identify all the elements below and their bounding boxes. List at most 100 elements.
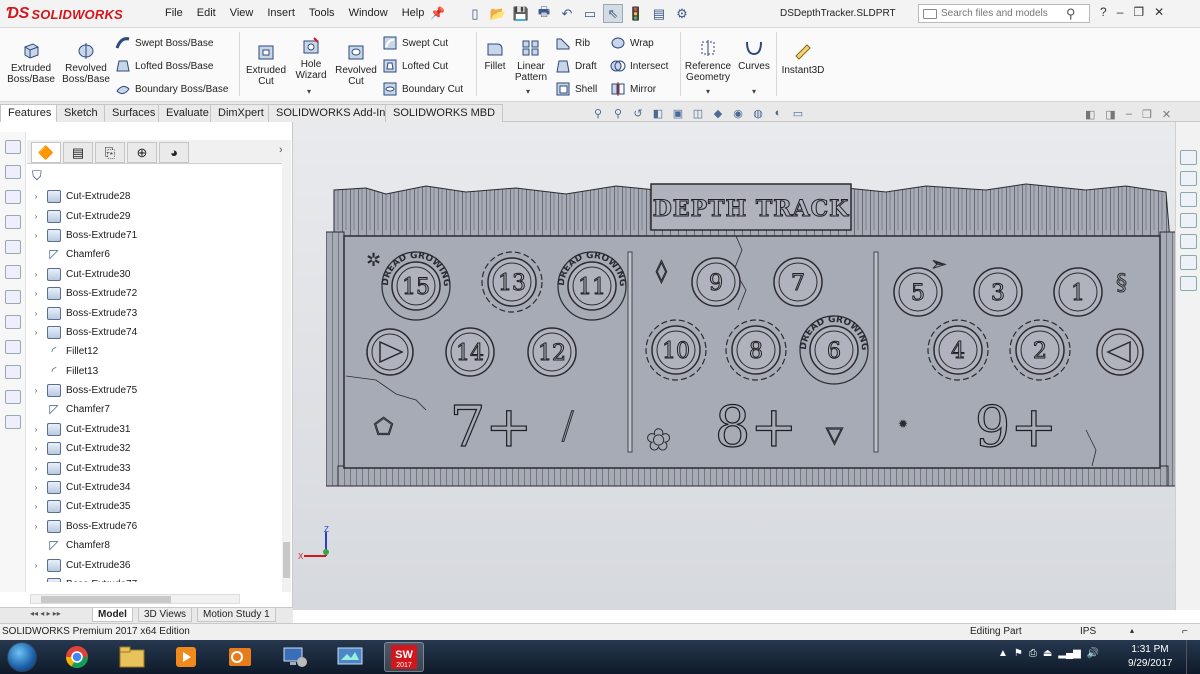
feature-tree-item[interactable]: ◜ Fillet13 — [30, 362, 282, 381]
edit-appearance-icon[interactable]: ◍ — [750, 107, 766, 121]
view-settings-icon[interactable]: ▭ — [790, 107, 806, 121]
feature-tree-item[interactable]: › Cut-Extrude28 — [30, 187, 282, 206]
hide-show-items-icon[interactable]: ◉ — [730, 107, 746, 121]
feature-tree-item[interactable]: › Boss-Extrude71 — [30, 226, 282, 245]
expand-chevron-icon[interactable]: › — [30, 502, 42, 511]
hole-wizard-dropdown-icon[interactable]: ▾ — [307, 87, 311, 96]
feature-tree-item[interactable]: › Cut-Extrude36 — [30, 555, 282, 574]
remote-desktop-icon[interactable] — [330, 642, 370, 672]
feature-tree-item[interactable]: › Boss-Extrude74 — [30, 323, 282, 342]
tab-evaluate[interactable]: Evaluate — [158, 104, 217, 122]
menu-insert[interactable]: Insert — [260, 7, 302, 19]
swept-cut-button[interactable]: Swept Cut — [382, 34, 448, 52]
lofted-boss-base-button[interactable]: Lofted Boss/Base — [115, 57, 213, 75]
depth-tracker-model[interactable]: DEPTH TRACK ✲ ◊ ➢ § ⬠ ⧸ ✿ ▽ ✹ 7+ 8+ 9+ D… — [326, 180, 1178, 490]
shortcut-icon[interactable] — [5, 340, 21, 354]
tab-sketch[interactable]: Sketch — [56, 104, 106, 122]
show-desktop-button[interactable] — [1186, 640, 1200, 674]
feature-tree-item[interactable]: ◸ Chamfer7 — [30, 400, 282, 419]
tab-nav-arrows-icon[interactable]: ◂◂ ◂ ▸ ▸▸ — [30, 609, 61, 618]
filter-icon[interactable]: ⛉ — [32, 168, 42, 184]
shortcut-icon[interactable] — [5, 390, 21, 404]
linear-pattern-dropdown-icon[interactable]: ▾ — [526, 87, 530, 96]
extruded-cut-button[interactable]: Extruded Cut — [244, 42, 288, 87]
expand-chevron-icon[interactable]: › — [30, 212, 42, 221]
feature-tree-item[interactable]: › Cut-Extrude34 — [30, 478, 282, 497]
doc-close-icon[interactable]: ✕ — [1162, 108, 1171, 121]
tab-model[interactable]: Model — [92, 608, 133, 622]
wrap-button[interactable]: Wrap — [610, 34, 654, 52]
instant3d-button[interactable]: Instant3D — [778, 42, 828, 76]
tab-dimxpert[interactable]: DimXpert — [210, 104, 272, 122]
tab-features[interactable]: Features — [0, 104, 60, 122]
hole-wizard-button[interactable]: Hole Wizard — [290, 36, 332, 81]
tab-3d-views[interactable]: 3D Views — [138, 608, 193, 622]
custom-properties-icon[interactable] — [1179, 255, 1197, 270]
feature-tree-item[interactable]: › Boss-Extrude72 — [30, 284, 282, 303]
revolved-boss-base-button[interactable]: Revolved Boss/Base — [60, 40, 112, 85]
chrome-icon[interactable] — [57, 642, 97, 672]
shortcut-icon[interactable] — [5, 415, 21, 429]
file-explorer-icon[interactable] — [1179, 213, 1197, 228]
feature-tree-item[interactable]: › Cut-Extrude33 — [30, 458, 282, 477]
expand-chevron-icon[interactable]: › — [30, 231, 42, 240]
feature-tree-item[interactable]: › Boss-Extrude76 — [30, 517, 282, 536]
feature-tree-item[interactable]: ◸ Chamfer6 — [30, 245, 282, 264]
tab-motion-study[interactable]: Motion Study 1 — [197, 608, 276, 622]
curves-button[interactable]: Curves — [736, 38, 772, 72]
feature-tree-item[interactable]: ◜ Fillet12 — [30, 342, 282, 361]
printer-tray-icon[interactable]: ⎙ — [1029, 648, 1037, 659]
feature-manager-tab-icon[interactable]: 🔶 — [31, 142, 61, 163]
revolved-cut-button[interactable]: Revolved Cut — [334, 42, 378, 87]
feature-tree-item[interactable]: ◸ Chamfer8 — [30, 536, 282, 555]
feature-tree-item[interactable]: › Cut-Extrude32 — [30, 439, 282, 458]
expand-chevron-icon[interactable]: › — [30, 270, 42, 279]
search-box[interactable]: ⚲ — [918, 4, 1090, 23]
units-dropdown-icon[interactable]: ▴ — [1130, 626, 1134, 635]
expand-chevron-icon[interactable]: › — [30, 561, 42, 570]
expand-chevron-icon[interactable]: › — [30, 425, 42, 434]
linear-pattern-button[interactable]: Linear Pattern — [512, 38, 550, 83]
restore-icon[interactable]: ❐ — [1133, 5, 1144, 19]
network-admin-icon[interactable] — [275, 642, 315, 672]
shortcut-icon[interactable] — [5, 165, 21, 179]
draft-button[interactable]: Draft — [555, 57, 597, 75]
expand-chevron-icon[interactable]: › — [30, 522, 42, 531]
feature-tree-item[interactable]: › Cut-Extrude30 — [30, 265, 282, 284]
tab-addins[interactable]: SOLIDWORKS Add-Ins — [268, 104, 399, 122]
tile-right-icon[interactable]: ◨ — [1105, 108, 1115, 121]
feature-tree-item[interactable]: › Cut-Extrude35 — [30, 497, 282, 516]
feature-tree-item[interactable]: › Boss-Extrude73 — [30, 303, 282, 322]
file-explorer-taskbar-icon[interactable] — [112, 642, 152, 672]
file-properties-icon[interactable]: ▤ — [649, 4, 669, 23]
menu-window[interactable]: Window — [342, 7, 395, 19]
extruded-boss-base-button[interactable]: Extruded Boss/Base — [5, 40, 57, 85]
search-input[interactable] — [941, 8, 1066, 19]
shortcut-icon[interactable] — [5, 240, 21, 254]
action-center-flag-icon[interactable]: ⚑ — [1014, 648, 1023, 659]
shortcut-icon[interactable] — [5, 190, 21, 204]
undo-icon[interactable]: ↶ — [557, 4, 577, 23]
apply-scene-icon[interactable]: ◐ — [770, 107, 786, 121]
expand-chevron-icon[interactable]: › — [30, 483, 42, 492]
boundary-boss-base-button[interactable]: Boundary Boss/Base — [115, 80, 228, 98]
expand-chevron-icon[interactable]: › — [30, 580, 42, 582]
feature-tree-item[interactable]: › Boss-Extrude75 — [30, 381, 282, 400]
tree-horizontal-scrollbar[interactable] — [30, 594, 240, 604]
gear-icon[interactable]: ⚙ — [672, 4, 692, 23]
home-icon[interactable] — [1179, 150, 1197, 165]
tab-surfaces[interactable]: Surfaces — [104, 104, 164, 122]
shortcut-icon[interactable] — [5, 215, 21, 229]
expand-chevron-icon[interactable]: › — [30, 386, 42, 395]
view-orientation-icon[interactable]: ◫ — [690, 107, 706, 121]
close-icon[interactable]: ✕ — [1154, 5, 1164, 19]
shortcut-icon[interactable] — [5, 265, 21, 279]
menu-help[interactable]: Help — [395, 7, 432, 19]
options-dropdown-icon[interactable]: ▭ — [580, 4, 600, 23]
display-manager-tab-icon[interactable]: ◕ — [159, 142, 189, 163]
print-icon[interactable]: 🖶 — [534, 4, 554, 23]
zoom-to-fit-icon[interactable]: ⚲ — [590, 107, 606, 121]
tile-left-icon[interactable]: ◧ — [1085, 108, 1095, 121]
tree-vertical-scrollbar[interactable] — [282, 152, 291, 592]
shell-button[interactable]: Shell — [555, 80, 597, 98]
